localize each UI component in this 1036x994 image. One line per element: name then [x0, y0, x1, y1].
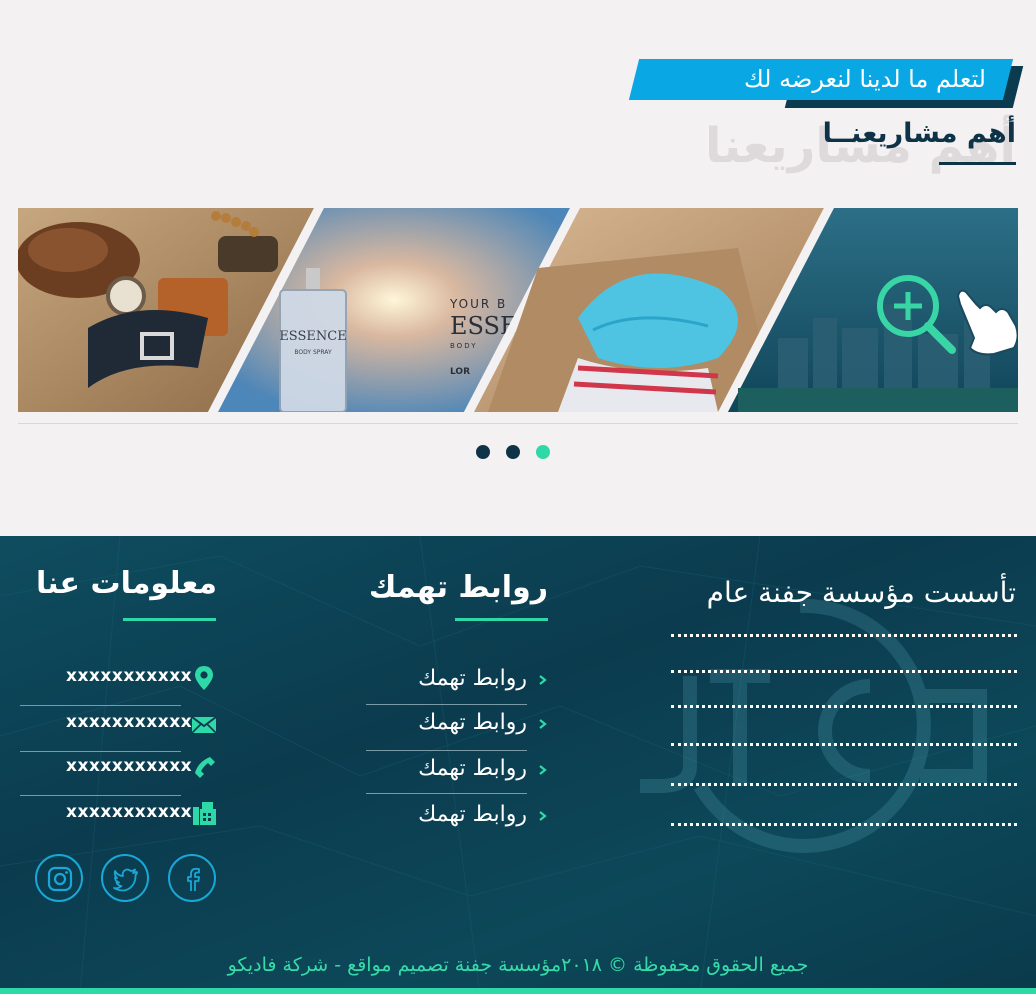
slider-dot-3-active[interactable] [536, 445, 550, 459]
footer-link-label: روابط تهمك [418, 710, 527, 735]
banner-text: لتعلم ما لدينا لنعرضه لك [743, 65, 986, 93]
about-line-1 [671, 634, 1017, 637]
twitter-icon [113, 868, 138, 892]
about-line-4 [671, 743, 1017, 746]
envelope-icon [191, 716, 217, 734]
info-address: xxxxxxxxxxx [20, 660, 220, 706]
copyright-text: جميع الحقوق محفوظة © ٢٠١٨مؤسسة جفنة تصمي… [227, 954, 809, 976]
fax-icon [193, 802, 216, 825]
about-line-6 [671, 823, 1017, 826]
footer-link-label: روابط تهمك [418, 802, 527, 827]
info-title: معلومات عنا [36, 566, 217, 601]
chevron-right-icon [539, 675, 547, 685]
info-email[interactable]: xxxxxxxxxxx [20, 706, 220, 752]
footer-link-3[interactable]: روابط تهمك [366, 750, 547, 796]
title-underline [939, 162, 1016, 165]
info-fax[interactable]: xxxxxxxxxxx [20, 796, 220, 842]
slider-dot-2[interactable] [506, 445, 520, 459]
footer-link-separator [366, 750, 527, 751]
phone-icon [195, 757, 215, 778]
chevron-right-icon [539, 765, 547, 775]
instagram-button[interactable] [35, 854, 83, 902]
about-line-5 [671, 783, 1017, 786]
about-title: تأسست مؤسسة جفنة عام [706, 576, 1016, 609]
slider-divider [18, 423, 1018, 424]
section-title: أهم مشاريعنــا [822, 118, 1016, 149]
info-email-text: xxxxxxxxxxx [66, 712, 193, 732]
company-logo-watermark [640, 598, 987, 853]
about-line-3 [671, 705, 1017, 708]
footer-bottom-bar [0, 988, 1036, 994]
slider-dot-1[interactable] [476, 445, 490, 459]
projects-section: لتعلم ما لدينا لنعرضه لك أهم مشاريعنا أه… [0, 0, 1036, 536]
location-pin-icon [195, 666, 213, 690]
info-fax-text: xxxxxxxxxxx [66, 802, 193, 822]
footer-link-2[interactable]: روابط تهمك [366, 704, 547, 750]
ad-line-1: YOUR B [449, 297, 507, 311]
footer-link-1[interactable]: روابط تهمك [366, 660, 547, 706]
twitter-button[interactable] [101, 854, 149, 902]
bottle-brand-text: ESSENCE [279, 329, 346, 344]
facebook-button[interactable] [168, 854, 216, 902]
links-title-underline [455, 618, 548, 621]
footer-link-separator [366, 704, 527, 705]
chevron-right-icon [539, 811, 547, 821]
about-line-2 [671, 670, 1017, 673]
site-footer: تأسست مؤسسة جفنة عام روابط تهمك روابط ته… [0, 536, 1036, 994]
instagram-icon [47, 866, 73, 892]
footer-link-4[interactable]: روابط تهمك [366, 793, 547, 842]
footer-link-label: روابط تهمك [418, 756, 527, 781]
slider-pagination [476, 445, 566, 461]
ad-line-4: LOR [450, 367, 470, 377]
projects-slider[interactable]: ESSENCE BODY SPRAY YOUR B ESSE BODY LOR [18, 208, 1018, 412]
info-title-underline [123, 618, 216, 621]
links-title: روابط تهمك [368, 570, 548, 605]
info-address-text: xxxxxxxxxxx [66, 666, 193, 686]
chevron-right-icon [539, 719, 547, 729]
bottle-sub-text: BODY SPRAY [294, 349, 332, 356]
footer-link-separator [366, 793, 527, 794]
info-phone[interactable]: xxxxxxxxxxx [20, 750, 220, 796]
slider-image: ESSENCE BODY SPRAY YOUR B ESSE BODY LOR [18, 208, 1018, 412]
info-phone-text: xxxxxxxxxxx [66, 756, 193, 776]
facebook-icon [187, 867, 200, 891]
ad-line-3: BODY [450, 342, 477, 350]
footer-link-label: روابط تهمك [418, 666, 527, 691]
